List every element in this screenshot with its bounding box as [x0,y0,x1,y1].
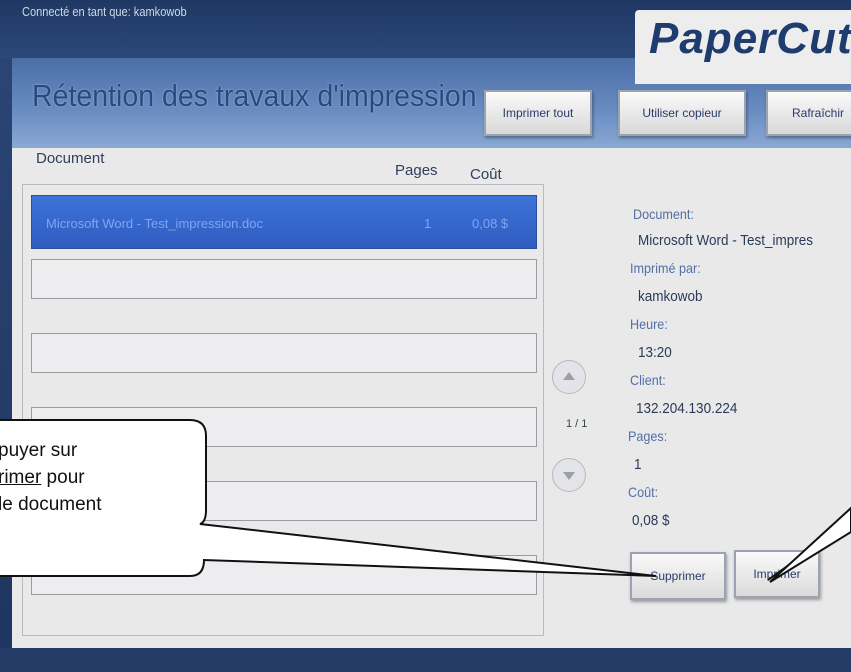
callout-bubble [0,419,851,583]
callout-text: puyer sur rimer pour le document [0,437,198,518]
callout-line-1: puyer sur [0,440,78,461]
callout-line-2-rest: pour [41,467,85,488]
callout-underlined: rimer [0,467,42,488]
callout-line-3: le document [0,494,102,515]
callout-line-2: rimer pour [0,464,198,491]
